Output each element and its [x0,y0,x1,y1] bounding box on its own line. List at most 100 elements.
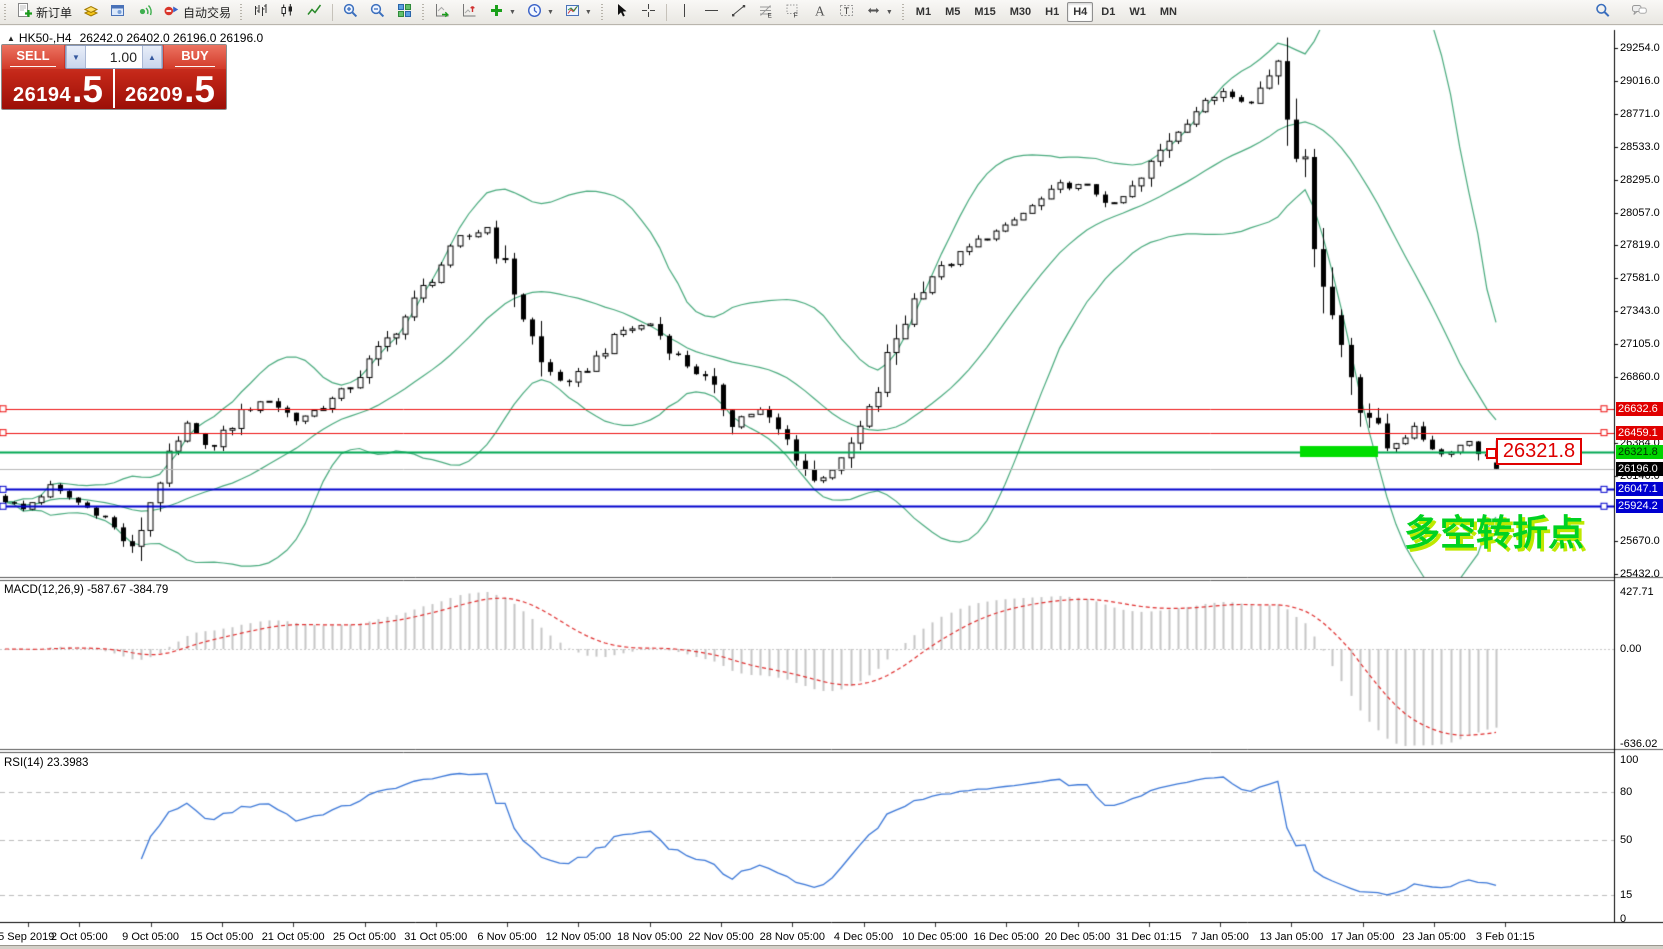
volume-increase-button[interactable]: ▲ [142,46,162,68]
vertical-line-button[interactable] [672,1,697,23]
chat-button[interactable] [1627,1,1652,23]
x-axis-label: 21 Oct 05:00 [262,931,325,943]
volume-decrease-button[interactable]: ▼ [66,46,86,68]
toolbar-right-group [1589,1,1663,23]
channel-grid-button[interactable]: F [780,1,805,23]
toolbar-drag-handle [3,4,8,20]
text-box-icon: T [838,2,855,22]
buy-button[interactable]: BUY [164,45,226,69]
text-button[interactable]: A [807,1,832,23]
turning-point-annotation[interactable]: 多空转折点 [1404,504,1584,556]
chart-shift-button[interactable] [457,1,482,23]
blue-window-button[interactable] [105,1,130,23]
text-label-button[interactable]: T [834,1,859,23]
timeframe-mn-button[interactable]: MN [1154,2,1183,22]
x-axis-label: 9 Oct 05:00 [122,931,179,943]
timeframe-m5-button[interactable]: M5 [939,2,966,22]
toolbar-button-label: 自动交易 [183,4,231,21]
y-axis-badge: 26321.8 [1616,445,1663,459]
template-icon [564,2,581,22]
chart-canvas[interactable] [0,0,1663,949]
templates-button[interactable]: ▼ [560,1,596,23]
dropdown-caret-icon: ▼ [585,9,592,16]
autotrading-button[interactable]: 自动交易 [159,1,235,23]
y-axis-label: 26860.0 [1620,371,1660,383]
grid-f-icon: F [784,2,801,22]
dropdown-caret-icon: ▼ [547,9,554,16]
y-axis-label: 29254.0 [1620,42,1660,54]
rsi-indicator-label: RSI(14) 23.3983 [4,757,88,769]
toolbar-drag-handle [901,4,906,20]
rsi-axis-label: 80 [1620,786,1632,798]
svg-text:E: E [767,13,772,20]
blue-window-icon [109,2,126,22]
x-axis-label: 10 Dec 05:00 [902,931,967,943]
y-axis-label: 28295.0 [1620,174,1660,186]
yellow-stack-button[interactable] [78,1,103,23]
timeframe-m30-button[interactable]: M30 [1004,2,1037,22]
toolbar: 新订单 自动交易 ▼ ▼ ▼ E F A T ▼ M1M5M15M30H1H4D1W1MN [0,0,1663,25]
macd-axis-label: 0.00 [1620,643,1641,655]
y-axis-badge: 26459.1 [1616,426,1663,440]
buy-price: 26209 .5 [114,69,226,108]
trade-panel-divider [113,69,115,108]
timeframe-w1-button[interactable]: W1 [1123,2,1152,22]
x-axis-label: 25 Oct 05:00 [333,931,396,943]
candlestick-chart-button[interactable] [275,1,300,23]
new-order-button[interactable]: 新订单 [12,1,76,23]
tile-windows-button[interactable] [392,1,417,23]
arrows-button[interactable]: ▼ [861,1,897,23]
callout-handle[interactable] [1486,448,1497,459]
timeframe-h1-button[interactable]: H1 [1039,2,1065,22]
dropdown-caret-icon: ▼ [509,9,516,16]
horizontal-line-button[interactable] [699,1,724,23]
clock-icon [526,2,543,22]
zoom-in-button[interactable] [338,1,363,23]
signal-broadcast-button[interactable] [132,1,157,23]
cursor-icon [613,2,630,22]
timeframe-d1-button[interactable]: D1 [1095,2,1121,22]
chart-shift-icon [461,2,478,22]
bar-chart-button[interactable] [248,1,273,23]
timeframe-m15-button[interactable]: M15 [968,2,1001,22]
y-axis-badge: 25924.2 [1616,499,1663,513]
toolbar-drag-handle [239,4,244,20]
volume-input[interactable]: 1.00 [86,46,142,68]
timeframe-m1-button[interactable]: M1 [910,2,937,22]
autotrade-icon [163,2,180,22]
x-axis-label: 13 Jan 05:00 [1260,931,1324,943]
terminal-window: 新订单 自动交易 ▼ ▼ ▼ E F A T ▼ M1M5M15M30H1H4D1W1MN ▲HK5… [0,0,1663,949]
cursor-button[interactable] [609,1,634,23]
timeframe-h4-button[interactable]: H4 [1067,2,1093,22]
rsi-axis-label: 50 [1620,834,1632,846]
auto-scroll-button[interactable] [430,1,455,23]
toolbar-button-label: 新订单 [36,4,72,21]
search-button[interactable] [1590,1,1615,23]
chart-collapse-arrow-icon[interactable]: ▲ [7,34,15,43]
ohlc-values: 26242.0 26402.0 26196.0 26196.0 [80,31,264,45]
x-axis-label: 25 Sep 2019 [0,931,54,943]
x-axis-label: 31 Dec 01:15 [1116,931,1181,943]
zoom-out-button[interactable] [365,1,390,23]
chart-symbol-info: ▲HK50-,H426242.0 26402.0 26196.0 26196.0 [7,31,263,45]
y-axis-badge: 26632.6 [1616,402,1663,416]
trendline-button[interactable] [726,1,751,23]
x-axis-label: 6 Nov 05:00 [477,931,536,943]
fibonacci-button[interactable]: E [753,1,778,23]
line-chart-button[interactable] [302,1,327,23]
add-indicator-icon [488,2,505,22]
price-callout-label[interactable]: 26321.8 [1496,438,1582,465]
indicators-list-button[interactable]: ▼ [484,1,520,23]
sell-button[interactable]: SELL [2,45,64,69]
x-axis-label: 3 Feb 01:15 [1476,931,1535,943]
svg-text:F: F [793,13,797,20]
x-axis-label: 16 Dec 05:00 [973,931,1038,943]
y-axis-label: 28771.0 [1620,108,1660,120]
y-axis-label: 27343.0 [1620,305,1660,317]
periods-button[interactable]: ▼ [522,1,558,23]
yellow-stack-icon [82,2,99,22]
zoom-out-icon [369,2,386,22]
crosshair-button[interactable] [636,1,661,23]
dropdown-caret-icon: ▼ [886,9,893,16]
svg-text:T: T [844,6,850,16]
